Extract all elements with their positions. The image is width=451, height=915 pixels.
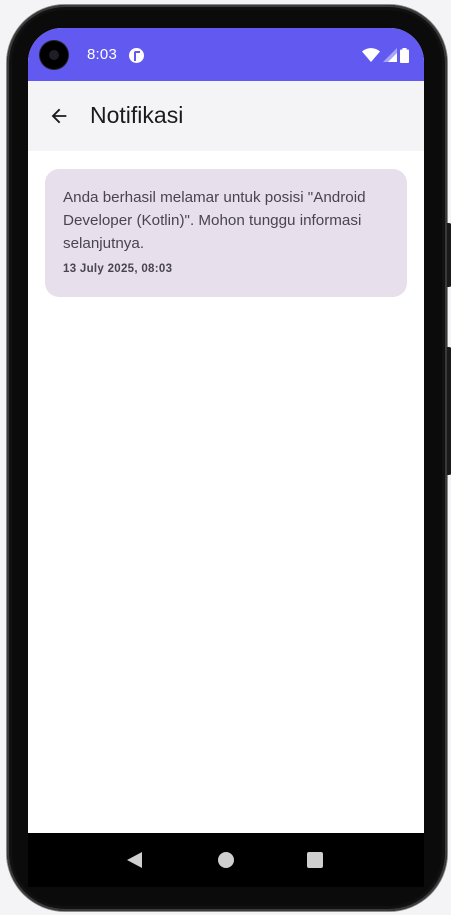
status-time: 8:03 <box>87 46 117 63</box>
system-navigation-bar <box>28 833 424 887</box>
page-title: Notifikasi <box>90 102 184 128</box>
notification-card[interactable]: Anda berhasil melamar untuk posisi "Andr… <box>45 169 407 297</box>
nav-back-icon[interactable] <box>127 852 142 868</box>
cellular-signal-icon <box>383 48 397 62</box>
back-button[interactable] <box>42 99 76 133</box>
nav-home-icon[interactable] <box>218 852 234 868</box>
front-camera-icon <box>40 41 68 69</box>
status-bar: 8:03 <box>28 28 424 81</box>
arrow-back-icon <box>51 108 67 124</box>
nav-recents-icon[interactable] <box>307 852 323 868</box>
notification-app-icon <box>129 48 144 63</box>
device-frame: 8:03 Notifikasi Anda berhasil melamar un… <box>0 0 451 915</box>
power-button[interactable] <box>447 223 451 287</box>
notification-timestamp: 13 July 2025, 08:03 <box>63 263 173 275</box>
volume-button[interactable] <box>447 347 451 475</box>
battery-icon <box>400 47 409 63</box>
notification-message: Anda berhasil melamar untuk posisi "Andr… <box>63 189 366 252</box>
wifi-icon <box>362 48 380 62</box>
screen: 8:03 Notifikasi Anda berhasil melamar un… <box>28 28 424 833</box>
status-icons <box>362 47 409 63</box>
top-app-bar: Notifikasi <box>28 81 424 151</box>
